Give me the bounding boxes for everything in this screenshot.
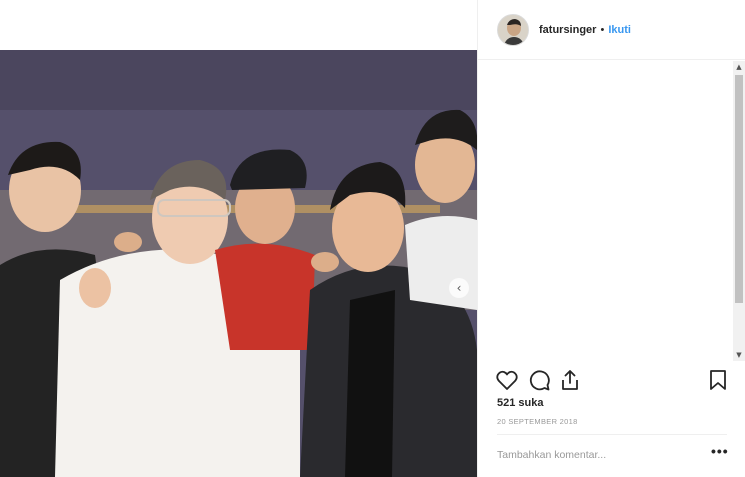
follow-button[interactable]: Ikuti — [608, 24, 631, 36]
bookmark-icon[interactable] — [706, 368, 730, 392]
comments-scrollbar[interactable]: ▲ ▼ — [733, 61, 745, 361]
post-side-panel: fatursinger • Ikuti ▲ ▼ 521 suka 20 SEPT… — [477, 0, 745, 477]
chevron-left-icon: ‹ — [456, 281, 462, 295]
carousel-next-button[interactable]: ‹ — [449, 278, 469, 298]
post-media-area: ‹ — [0, 0, 477, 477]
post-photo[interactable]: ‹ — [0, 50, 477, 477]
more-options-button[interactable]: ••• — [711, 443, 729, 459]
share-icon[interactable] — [558, 368, 582, 392]
photo-illustration — [0, 50, 477, 477]
comment-input[interactable] — [497, 446, 687, 464]
post-header: fatursinger • Ikuti — [478, 0, 745, 60]
likes-count[interactable]: 521 suka — [497, 397, 543, 409]
comments-area — [478, 61, 734, 361]
post-date: 20 SEPTEMBER 2018 — [497, 417, 578, 426]
avatar[interactable] — [497, 13, 529, 46]
divider — [497, 434, 727, 435]
separator-dot: • — [600, 23, 605, 36]
scroll-down-arrow-icon[interactable]: ▼ — [733, 349, 745, 361]
heart-icon[interactable] — [495, 368, 519, 392]
post-actions — [478, 362, 745, 402]
comment-icon[interactable] — [527, 368, 551, 392]
scrollbar-thumb[interactable] — [735, 75, 743, 303]
username-link[interactable]: fatursinger — [539, 24, 596, 36]
scroll-up-arrow-icon[interactable]: ▲ — [733, 61, 745, 73]
avatar-image — [498, 14, 528, 45]
